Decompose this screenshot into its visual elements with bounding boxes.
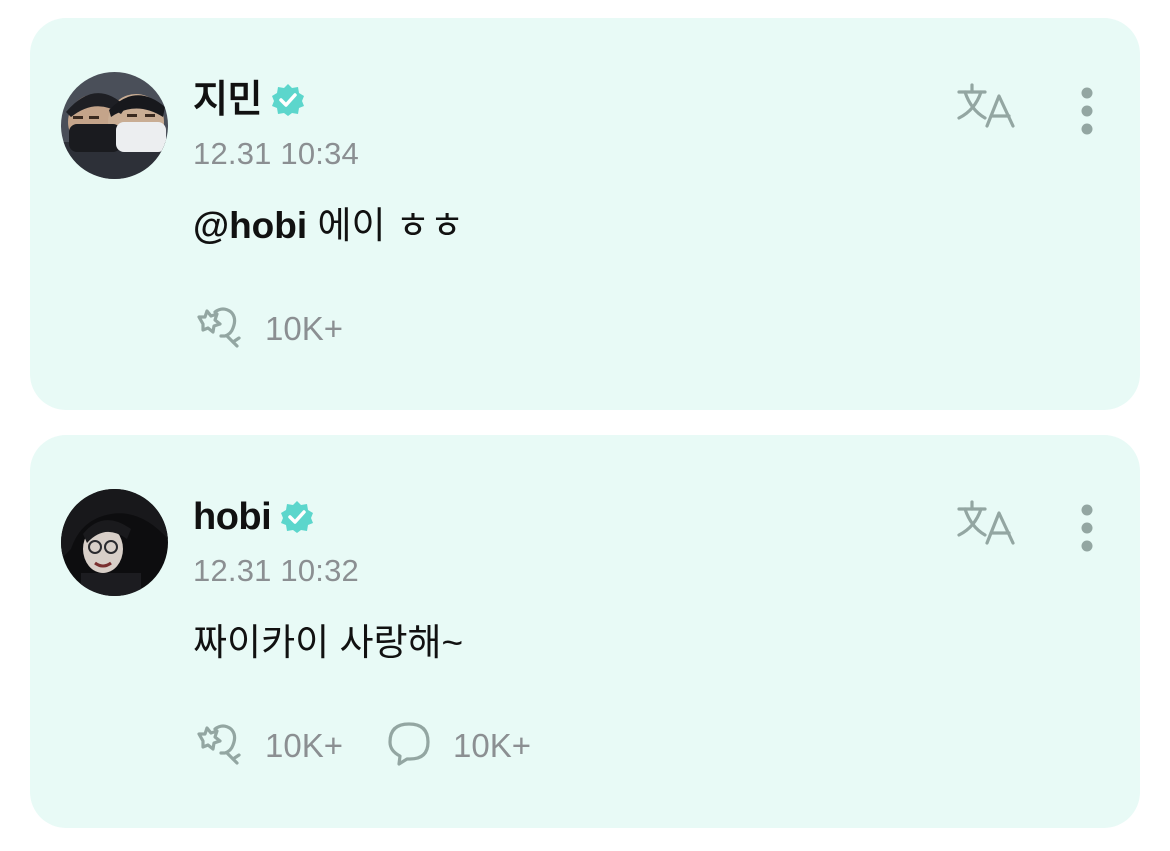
translate-icon (957, 500, 1015, 545)
post-card: 지민 12.31 10:34 @hobi 에이 ㅎㅎ 10K+ (30, 18, 1140, 410)
post-actions: 10K+ 10K+ (193, 720, 573, 770)
comment-count: 10K+ (453, 726, 531, 764)
more-options-button[interactable] (1070, 501, 1104, 555)
cheer-button[interactable]: 10K+ (193, 302, 343, 355)
post-card: hobi 12.31 10:32 짜이카이 사랑해~ 10K+ 10K+ (30, 435, 1140, 828)
author-name[interactable]: hobi (193, 498, 272, 536)
avatar-image (61, 489, 168, 596)
post-actions: 10K+ (193, 303, 385, 353)
author-name[interactable]: 지민 (193, 81, 262, 119)
translate-button[interactable] (955, 497, 1019, 549)
translate-icon (957, 83, 1015, 128)
author-row: 지민 (193, 76, 306, 124)
cheer-count: 10K+ (265, 309, 343, 347)
post-message: 짜이카이 사랑해~ (193, 622, 464, 663)
post-text: @hobi 에이 ㅎㅎ (193, 205, 464, 247)
more-vertical-icon (1081, 87, 1093, 135)
comment-icon (385, 719, 433, 772)
post-text: 짜이카이 사랑해~ (193, 622, 464, 664)
verified-badge-icon (270, 82, 306, 118)
avatar[interactable] (61, 489, 168, 596)
more-vertical-icon (1081, 504, 1093, 552)
more-options-button[interactable] (1070, 84, 1104, 138)
comment-button[interactable]: 10K+ (385, 719, 531, 772)
mention-link[interactable]: @hobi (193, 205, 307, 246)
cheer-icon (193, 302, 245, 355)
cheer-button[interactable]: 10K+ (193, 719, 343, 772)
post-message: 에이 ㅎㅎ (307, 205, 464, 246)
avatar[interactable] (61, 72, 168, 179)
author-row: hobi (193, 493, 315, 541)
post-timestamp: 12.31 10:32 (193, 553, 359, 588)
verified-badge-icon (279, 499, 315, 535)
translate-button[interactable] (955, 80, 1019, 132)
avatar-image (61, 72, 168, 179)
cheer-count: 10K+ (265, 726, 343, 764)
cheer-icon (193, 719, 245, 772)
post-timestamp: 12.31 10:34 (193, 136, 359, 171)
